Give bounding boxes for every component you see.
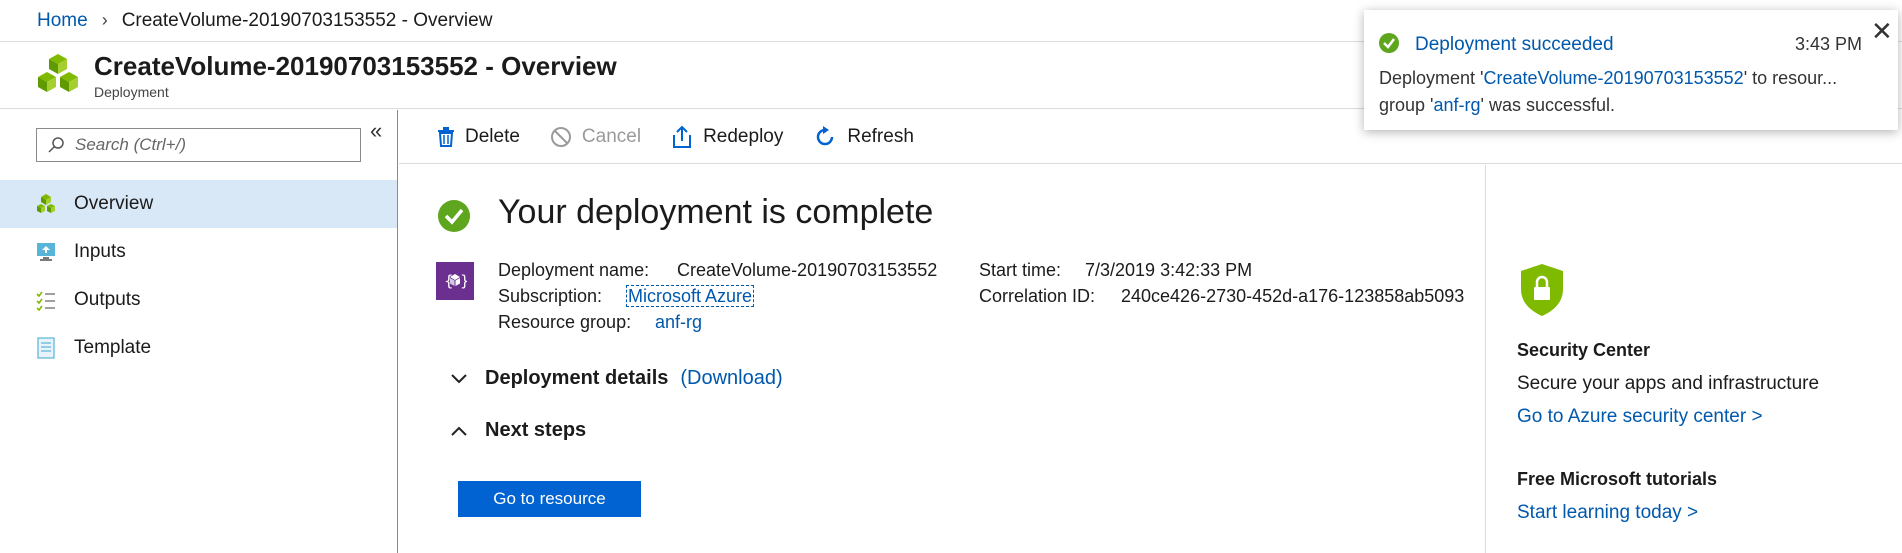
document-icon xyxy=(34,336,58,360)
trash-icon xyxy=(438,126,454,147)
success-check-icon xyxy=(1378,32,1400,59)
refresh-label: Refresh xyxy=(847,125,914,147)
monitor-download-icon xyxy=(34,240,58,264)
resource-group-link[interactable]: anf-rg xyxy=(655,312,702,332)
main-content: Your deployment is complete {} Deploymen… xyxy=(399,165,1485,553)
subscription-label: Subscription: xyxy=(498,286,603,306)
upload-icon xyxy=(673,125,692,148)
correlation-id-value: 240ce426-2730-452d-a176-123858ab5093 xyxy=(1121,286,1465,306)
deployment-details-toggle[interactable]: Deployment details (Download) xyxy=(451,367,783,390)
cancel-icon xyxy=(550,126,571,147)
toast-title[interactable]: Deployment succeeded xyxy=(1415,34,1614,56)
delete-button[interactable]: Delete xyxy=(437,126,520,148)
search-icon xyxy=(48,137,64,153)
refresh-button[interactable]: Refresh xyxy=(813,125,914,149)
go-to-resource-button[interactable]: Go to resource xyxy=(458,481,641,517)
sidebar-item-template[interactable]: Template xyxy=(0,324,397,372)
deployment-name-value: CreateVolume-20190703153552 xyxy=(677,260,938,280)
sidebar-item-inputs[interactable]: Inputs xyxy=(0,228,397,276)
search-input[interactable]: Search (Ctrl+/) xyxy=(36,128,361,162)
shield-lock-icon xyxy=(1520,263,1564,322)
start-time-label: Start time: xyxy=(979,260,1062,280)
sidebar-item-label: Inputs xyxy=(74,241,126,262)
next-steps-label: Next steps xyxy=(485,419,587,441)
toast-msg-suffix: ' was successful. xyxy=(1480,95,1615,115)
toast-deployment-link[interactable]: CreateVolume-20190703153552 xyxy=(1483,68,1743,88)
toast-group-link[interactable]: anf-rg xyxy=(1433,95,1480,115)
sidebar-item-overview[interactable]: Overview xyxy=(0,180,397,228)
tutorials-title: Free Microsoft tutorials xyxy=(1517,469,1718,489)
deployment-cubes-icon xyxy=(34,52,82,100)
correlation-id-label: Correlation ID: xyxy=(979,286,1096,306)
chevron-right-icon: › xyxy=(101,10,108,30)
breadcrumb-current: CreateVolume-20190703153552 - Overview xyxy=(121,9,493,31)
deployment-status-title: Your deployment is complete xyxy=(498,193,934,231)
sidebar-item-label: Outputs xyxy=(74,289,141,310)
cancel-label: Cancel xyxy=(581,125,642,147)
redeploy-label: Redeploy xyxy=(703,125,784,147)
deployment-info-left: Deployment name: CreateVolume-20190703153… xyxy=(498,257,937,335)
download-link[interactable]: (Download) xyxy=(680,367,782,390)
deployment-details-label: Deployment details xyxy=(485,367,669,389)
refresh-icon xyxy=(817,125,834,145)
sidebar: Search (Ctrl+/) « Overview Inputs Output… xyxy=(0,110,398,553)
success-check-icon xyxy=(437,199,471,238)
right-panel: Security Center Secure your apps and inf… xyxy=(1485,165,1902,553)
page-subtitle: Deployment xyxy=(94,84,169,100)
toast-msg-prefix: Deployment ' xyxy=(1379,68,1484,88)
security-center-text: Secure your apps and infrastructure xyxy=(1517,373,1820,394)
deployment-template-icon: {} xyxy=(436,262,474,300)
sidebar-nav: Overview Inputs Outputs Template xyxy=(0,180,397,372)
sidebar-item-label: Template xyxy=(74,337,152,358)
next-steps-toggle[interactable]: Next steps xyxy=(451,419,586,442)
breadcrumb-home-link[interactable]: Home xyxy=(37,10,88,32)
page-title: CreateVolume-20190703153552 - Overview xyxy=(94,51,617,81)
resource-group-label: Resource group: xyxy=(498,312,632,332)
sidebar-item-label: Overview xyxy=(74,193,154,214)
security-center-link[interactable]: Go to Azure security center > xyxy=(1517,406,1763,428)
cubes-icon xyxy=(34,192,58,216)
toast-message: Deployment 'CreateVolume-20190703153552 '… xyxy=(1379,65,1884,119)
close-icon[interactable]: ✕ xyxy=(1871,16,1893,47)
search-placeholder: Search (Ctrl+/) xyxy=(75,135,186,154)
notification-toast[interactable]: Deployment succeeded 3:43 PM ✕ Deploymen… xyxy=(1364,10,1898,130)
tutorials-link[interactable]: Start learning today > xyxy=(1517,502,1698,524)
chevron-up-icon xyxy=(451,426,467,436)
chevron-down-icon xyxy=(451,373,467,383)
delete-label: Delete xyxy=(465,125,520,147)
redeploy-button[interactable]: Redeploy xyxy=(671,125,783,149)
collapse-sidebar-icon[interactable]: « xyxy=(370,118,382,144)
security-center-title: Security Center xyxy=(1517,340,1651,360)
sidebar-item-outputs[interactable]: Outputs xyxy=(0,276,397,324)
start-time-value: 7/3/2019 3:42:33 PM xyxy=(1085,260,1253,280)
cancel-button[interactable]: Cancel xyxy=(550,126,641,148)
subscription-link[interactable]: Microsoft Azure xyxy=(625,285,755,307)
svg-text:}: } xyxy=(460,272,467,290)
checklist-icon xyxy=(34,288,58,312)
toast-time: 3:43 PM xyxy=(1795,34,1863,54)
deployment-info-right: Start time: 7/3/2019 3:42:33 PM Correlati… xyxy=(979,257,1464,309)
deployment-name-label: Deployment name: xyxy=(498,260,650,280)
